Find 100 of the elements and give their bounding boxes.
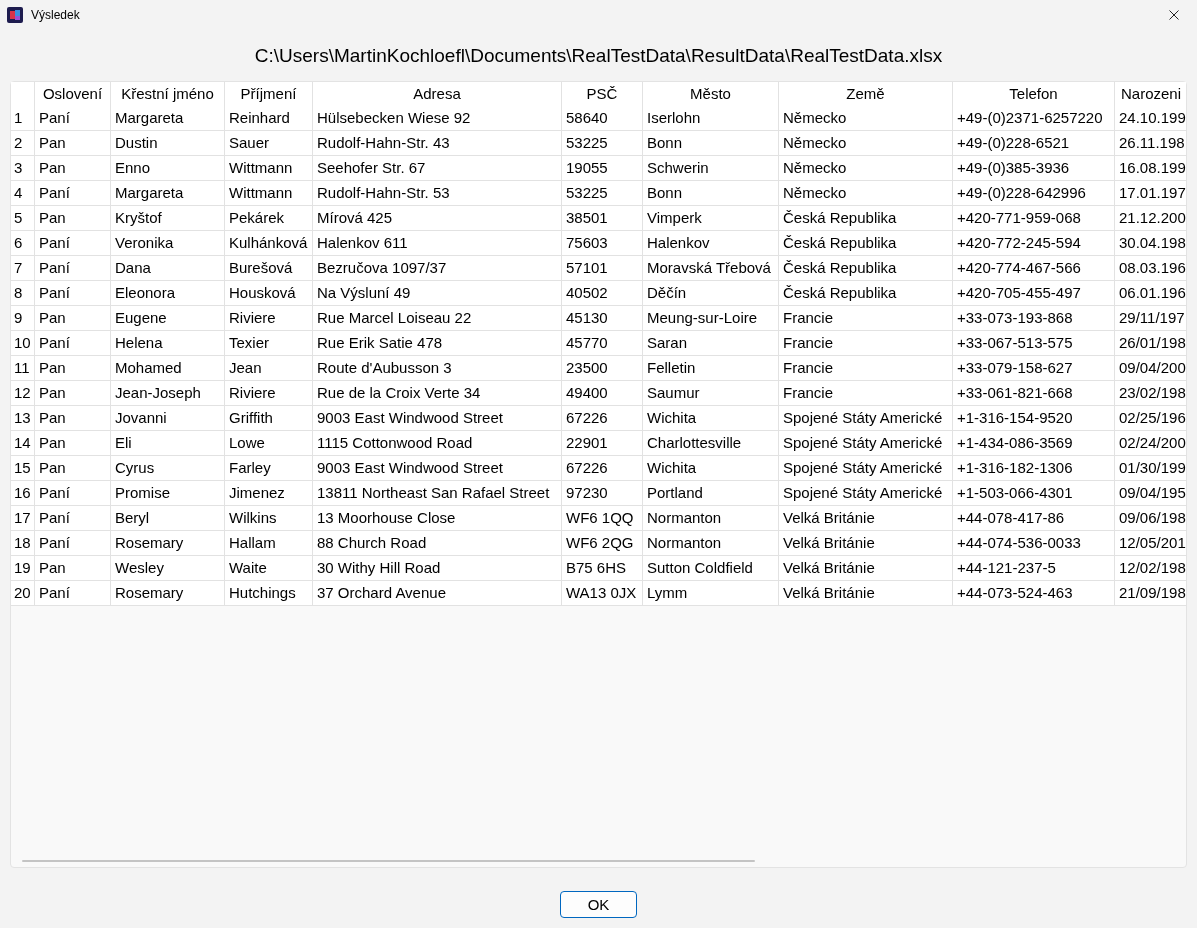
table-cell: Pan xyxy=(35,131,111,156)
table-cell: Pan xyxy=(35,556,111,581)
table-cell: 30.04.198 xyxy=(1115,231,1187,256)
table-cell: 67226 xyxy=(562,456,643,481)
table-cell: 1115 Cottonwood Road xyxy=(313,431,562,456)
table-cell: 58640 xyxy=(562,106,643,131)
row-number: 11 xyxy=(11,356,35,381)
table-cell: Rudolf-Hahn-Str. 53 xyxy=(313,181,562,206)
table-cell: +33-079-158-627 xyxy=(953,356,1115,381)
row-number: 6 xyxy=(11,231,35,256)
table-cell: Pan xyxy=(35,381,111,406)
column-header[interactable]: Země xyxy=(779,82,953,106)
table-cell: Housková xyxy=(225,281,313,306)
table-cell: 9003 East Windwood Street xyxy=(313,456,562,481)
table-cell: 17.01.197 xyxy=(1115,181,1187,206)
table-cell: Děčín xyxy=(643,281,779,306)
row-number: 4 xyxy=(11,181,35,206)
table-cell: 23/02/198 xyxy=(1115,381,1187,406)
table-cell: +1-316-182-1306 xyxy=(953,456,1115,481)
horizontal-scrollbar[interactable] xyxy=(22,860,755,862)
table-cell: Charlottesville xyxy=(643,431,779,456)
table-cell: 21/09/198 xyxy=(1115,581,1187,606)
table-cell: Paní xyxy=(35,581,111,606)
table-cell: 02/25/196 xyxy=(1115,406,1187,431)
table-cell: Spojené Státy Americké xyxy=(779,431,953,456)
table-cell: Pan xyxy=(35,356,111,381)
table-cell: Kulhánková xyxy=(225,231,313,256)
table-cell: Rue Erik Satie 478 xyxy=(313,331,562,356)
table-cell: 29/11/197 xyxy=(1115,306,1187,331)
table-cell: Meung-sur-Loire xyxy=(643,306,779,331)
table-cell: Velká Británie xyxy=(779,506,953,531)
table-cell: +44-074-536-0033 xyxy=(953,531,1115,556)
table-cell: Lymm xyxy=(643,581,779,606)
row-number: 16 xyxy=(11,481,35,506)
table-cell: Mohamed xyxy=(111,356,225,381)
table-cell: Francie xyxy=(779,306,953,331)
column-header[interactable]: Adresa xyxy=(313,82,562,106)
table-cell: +44-078-417-86 xyxy=(953,506,1115,531)
table-cell: Texier xyxy=(225,331,313,356)
table-cell: Spojené Státy Americké xyxy=(779,456,953,481)
table-cell: Pan xyxy=(35,206,111,231)
table-cell: 22901 xyxy=(562,431,643,456)
table-cell: +49-(0)228-642996 xyxy=(953,181,1115,206)
table-cell: 09/04/200 xyxy=(1115,356,1187,381)
table-cell: +44-121-237-5 xyxy=(953,556,1115,581)
table-cell: Moravská Třebová xyxy=(643,256,779,281)
table-cell: Hülsebecken Wiese 92 xyxy=(313,106,562,131)
table-cell: Seehofer Str. 67 xyxy=(313,156,562,181)
table-cell: Sauer xyxy=(225,131,313,156)
table-cell: Bonn xyxy=(643,131,779,156)
table-cell: Griffith xyxy=(225,406,313,431)
table-cell: Normanton xyxy=(643,531,779,556)
table-cell: Saran xyxy=(643,331,779,356)
table-cell: 45770 xyxy=(562,331,643,356)
column-header[interactable]: Křestní jméno xyxy=(111,82,225,106)
table-cell: Wittmann xyxy=(225,156,313,181)
column-header[interactable]: Město xyxy=(643,82,779,106)
table-cell: Pan xyxy=(35,306,111,331)
table-cell: Helena xyxy=(111,331,225,356)
app-icon xyxy=(7,7,23,23)
column-header[interactable]: Narozeni xyxy=(1115,82,1187,106)
table-cell: 21.12.200 xyxy=(1115,206,1187,231)
column-header[interactable]: Telefon xyxy=(953,82,1115,106)
table-cell: Rudolf-Hahn-Str. 43 xyxy=(313,131,562,156)
table-cell: Paní xyxy=(35,506,111,531)
row-number: 14 xyxy=(11,431,35,456)
row-number: 10 xyxy=(11,331,35,356)
table-cell: Eleonora xyxy=(111,281,225,306)
table-cell: Velká Británie xyxy=(779,556,953,581)
ok-button[interactable]: OK xyxy=(560,891,637,918)
table-cell: Paní xyxy=(35,281,111,306)
table-cell: Margareta xyxy=(111,106,225,131)
column-header[interactable]: Oslovení xyxy=(35,82,111,106)
table-cell: Pan xyxy=(35,406,111,431)
row-number: 12 xyxy=(11,381,35,406)
row-number: 5 xyxy=(11,206,35,231)
table-cell: Paní xyxy=(35,181,111,206)
table-cell: Paní xyxy=(35,106,111,131)
table-cell: Spojené Státy Americké xyxy=(779,406,953,431)
table-cell: Normanton xyxy=(643,506,779,531)
table-cell: Česká Republika xyxy=(779,206,953,231)
table-cell: Sutton Coldfield xyxy=(643,556,779,581)
table-cell: Hallam xyxy=(225,531,313,556)
table-cell: +33-061-821-668 xyxy=(953,381,1115,406)
table-cell: 38501 xyxy=(562,206,643,231)
table-cell: +44-073-524-463 xyxy=(953,581,1115,606)
table-cell: Waite xyxy=(225,556,313,581)
table-cell: 57101 xyxy=(562,256,643,281)
table-cell: +49-(0)385-3936 xyxy=(953,156,1115,181)
column-header[interactable]: PSČ xyxy=(562,82,643,106)
table-cell: 97230 xyxy=(562,481,643,506)
table-cell: 37 Orchard Avenue xyxy=(313,581,562,606)
table-cell: Wilkins xyxy=(225,506,313,531)
table-cell: +33-067-513-575 xyxy=(953,331,1115,356)
table-cell: 13 Moorhouse Close xyxy=(313,506,562,531)
column-header[interactable]: Příjmení xyxy=(225,82,313,106)
table-cell: 67226 xyxy=(562,406,643,431)
table-cell: Reinhard xyxy=(225,106,313,131)
table-cell: Česká Republika xyxy=(779,256,953,281)
row-number: 9 xyxy=(11,306,35,331)
